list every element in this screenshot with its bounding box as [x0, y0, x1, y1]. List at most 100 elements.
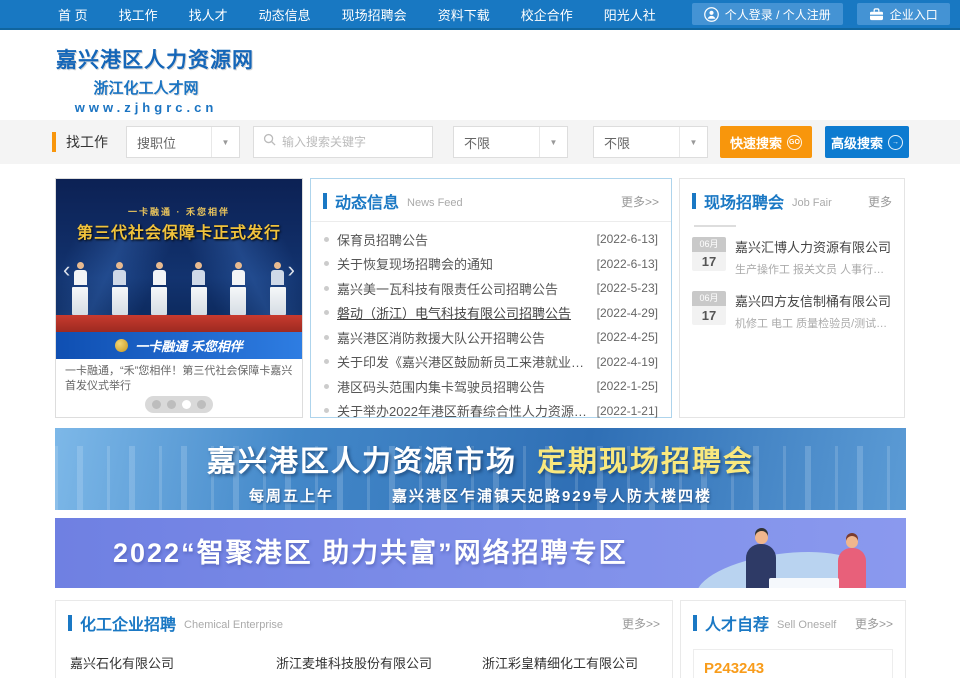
chemical-company-item[interactable]: 浙江彩皇精细化工有限公司 普工（制造科） 营业担当 — [482, 653, 678, 678]
carousel-dot-4[interactable] — [197, 400, 206, 409]
news-feed-more-link[interactable]: 更多>> — [621, 193, 659, 210]
chemical-enterprise-title: 化工企业招聘 — [80, 611, 176, 635]
news-carousel: 一卡融通 · 禾您相伴 第三代社会保障卡正式发行 一卡融通 禾您相伴 ‹ › — [55, 178, 303, 418]
job-fair-company[interactable]: 嘉兴汇博人力资源有限公司 — [735, 237, 892, 256]
carousel-dot-2[interactable] — [167, 400, 176, 409]
nav-link-find-talent[interactable]: 找人才 — [189, 5, 228, 24]
advanced-search-label: 高级搜索 — [831, 133, 883, 152]
site-title: 嘉兴港区人力资源网 — [56, 44, 236, 74]
chevron-down-icon: ▼ — [211, 127, 239, 157]
slide-people-decor — [56, 262, 302, 315]
personal-login-register-button[interactable]: 个人登录 / 个人注册 — [692, 3, 843, 25]
advanced-search-button[interactable]: 高级搜索 → — [825, 126, 909, 158]
news-feed-header: 动态信息 News Feed 更多>> — [311, 179, 671, 222]
news-item[interactable]: 保育员招聘公告 [2022-6-13] — [324, 227, 658, 252]
news-item[interactable]: 港区码头范围内集卡驾驶员招聘公告 [2022-1-25] — [324, 374, 658, 399]
nav-link-home[interactable]: 首 页 — [58, 5, 88, 24]
news-item[interactable]: 磐动（浙江）电气科技有限公司招聘公告 [2022-4-29] — [324, 301, 658, 326]
carousel-dots — [56, 396, 302, 413]
bullet-icon — [324, 237, 329, 242]
arrow-right-icon: → — [888, 135, 903, 150]
chemical-enterprise-header: 化工企业招聘 Chemical Enterprise 更多>> — [56, 601, 672, 643]
desk-decor — [769, 578, 839, 588]
job-fair-title: 现场招聘会 — [704, 189, 784, 213]
bullet-icon — [324, 310, 329, 315]
carousel-caption[interactable]: 一卡融通，“禾”您相伴！第三代社会保障卡嘉兴首发仪式举行 — [56, 359, 302, 394]
carousel-slide[interactable]: 一卡融通 · 禾您相伴 第三代社会保障卡正式发行 一卡融通 禾您相伴 ‹ › — [56, 179, 302, 359]
talent-header: 人才自荐 Sell Oneself 更多>> — [681, 601, 905, 643]
talent-card[interactable]: P243243 男 ｜ 嘉兴市-嘉兴港区 ｜ 八年以上 — [693, 649, 893, 678]
banner1-title-yellow: 定期现场招聘会 — [537, 438, 754, 480]
news-item[interactable]: 嘉兴美一瓦科技有限责任公司招聘公告 [2022-5-23] — [324, 276, 658, 301]
enterprise-entry-label: 企业入口 — [890, 6, 938, 23]
job-fair-more-link[interactable]: 更多 — [868, 193, 892, 210]
chemical-company-item[interactable]: 嘉兴石化有限公司 工艺员 设备管理 警卫（残疾工） — [70, 653, 266, 678]
carousel-next-arrow[interactable]: › — [288, 259, 295, 281]
site-header: 嘉兴港区人力资源网 浙江化工人才网 www.zjhgrc.cn — [0, 30, 960, 120]
slide-slogan-small: 一卡融通 · 禾您相伴 — [56, 205, 302, 218]
nav-link-news[interactable]: 动态信息 — [259, 5, 311, 24]
search-bar: 找工作 搜职位 ▼ 不限 ▼ 不限 ▼ 快速搜索 GO 高级搜索 → — [0, 120, 960, 164]
news-item[interactable]: 关于恢复现场招聘会的通知 [2022-6-13] — [324, 252, 658, 277]
businesswoman-figure-decor — [838, 548, 866, 588]
nav-link-school-cooperation[interactable]: 校企合作 — [521, 5, 573, 24]
job-fair-positions: 生产操作工 报关文员 人事行政助理... — [735, 261, 892, 277]
banner1-schedule: 每周五上午 — [249, 485, 334, 506]
news-list: 保育员招聘公告 [2022-6-13] 关于恢复现场招聘会的通知 [2022-6… — [311, 222, 671, 423]
banner1-title-white: 嘉兴港区人力资源市场 — [207, 438, 517, 480]
news-item[interactable]: 嘉兴港区消防救援大队公开招聘公告 [2022-4-25] — [324, 325, 658, 350]
filter-select-1[interactable]: 不限 ▼ — [453, 126, 568, 158]
carousel-dot-1[interactable] — [152, 400, 161, 409]
news-feed-title: 动态信息 — [335, 189, 399, 213]
divider — [694, 225, 736, 227]
date-badge: 06月 17 — [692, 291, 726, 331]
nav-link-find-job[interactable]: 找工作 — [119, 5, 158, 24]
chemical-enterprise-more-link[interactable]: 更多>> — [622, 615, 660, 632]
quick-search-label: 快速搜索 — [730, 133, 782, 152]
personal-login-register-label: 个人登录 / 个人注册 — [725, 6, 831, 23]
quick-search-button[interactable]: 快速搜索 GO — [720, 126, 812, 158]
filter-2-value: 不限 — [594, 133, 679, 152]
search-accent-bar — [52, 132, 56, 152]
bullet-icon — [324, 359, 329, 364]
talent-more-link[interactable]: 更多>> — [855, 615, 893, 632]
job-fair-header: 现场招聘会 Job Fair 更多 — [680, 179, 904, 221]
online-recruitment-banner[interactable]: 2022“智聚港区 助力共富”网络招聘专区 — [55, 518, 906, 588]
slide-footer-banner: 一卡融通 禾您相伴 — [56, 332, 302, 359]
job-fair-item[interactable]: 06月 17 嘉兴四方友信制桶有限公司 机修工 电工 质量检验员/测试员 叉车.… — [692, 291, 892, 331]
person-icon — [704, 7, 719, 22]
section-accent-bar — [693, 615, 697, 631]
talent-subtitle: Sell Oneself — [777, 619, 836, 631]
search-category-select[interactable]: 搜职位 ▼ — [126, 126, 240, 158]
site-logo[interactable]: 嘉兴港区人力资源网 浙江化工人才网 www.zjhgrc.cn — [56, 44, 236, 115]
nav-link-downloads[interactable]: 资料下载 — [438, 5, 490, 24]
chevron-down-icon: ▼ — [679, 127, 707, 157]
search-category-value: 搜职位 — [127, 133, 211, 152]
job-fair-company[interactable]: 嘉兴四方友信制桶有限公司 — [735, 291, 892, 310]
carousel-prev-arrow[interactable]: ‹ — [63, 259, 70, 281]
banner2-illustration — [684, 518, 894, 588]
section-accent-bar — [68, 615, 72, 631]
job-fair-positions: 机修工 电工 质量检验员/测试员 叉车... — [735, 315, 892, 331]
slide-footer-text: 一卡融通 禾您相伴 — [135, 336, 243, 355]
job-fair-item[interactable]: 06月 17 嘉兴汇博人力资源有限公司 生产操作工 报关文员 人事行政助理... — [692, 237, 892, 277]
keyword-search-input[interactable] — [282, 135, 412, 149]
chemical-company-item[interactable]: 浙江麦堆科技股份有限公司 销售专员 会计 土建主管 — [276, 653, 472, 678]
enterprise-entry-button[interactable]: 企业入口 — [857, 3, 950, 25]
news-item[interactable]: 关于举办2022年港区新春综合性人力资源暨春风... [2022-1-21] — [324, 399, 658, 424]
keyword-search-field[interactable] — [253, 126, 433, 158]
bullet-icon — [324, 261, 329, 266]
recruitment-market-banner[interactable]: 嘉兴港区人力资源市场 定期现场招聘会 每周五上午 嘉兴港区乍浦镇天妃路929号人… — [55, 428, 906, 510]
nav-actions: 个人登录 / 个人注册 企业入口 — [692, 3, 950, 25]
filter-select-2[interactable]: 不限 ▼ — [593, 126, 708, 158]
news-feed-panel: 动态信息 News Feed 更多>> 保育员招聘公告 [2022-6-13] … — [310, 178, 672, 418]
carousel-dot-3[interactable] — [182, 400, 191, 409]
job-fair-subtitle: Job Fair — [792, 197, 832, 209]
bullet-icon — [324, 408, 329, 413]
news-item[interactable]: 关于印发《嘉兴港区鼓励新员工来港就业补助操作... [2022-4-19] — [324, 350, 658, 375]
nav-link-job-fair[interactable]: 现场招聘会 — [342, 5, 407, 24]
nav-link-sunshine-hr[interactable]: 阳光人社 — [604, 5, 656, 24]
search-tab-find-job[interactable]: 找工作 — [66, 132, 108, 152]
site-subtitle: 浙江化工人才网 — [56, 77, 236, 98]
section-accent-bar — [692, 193, 696, 209]
